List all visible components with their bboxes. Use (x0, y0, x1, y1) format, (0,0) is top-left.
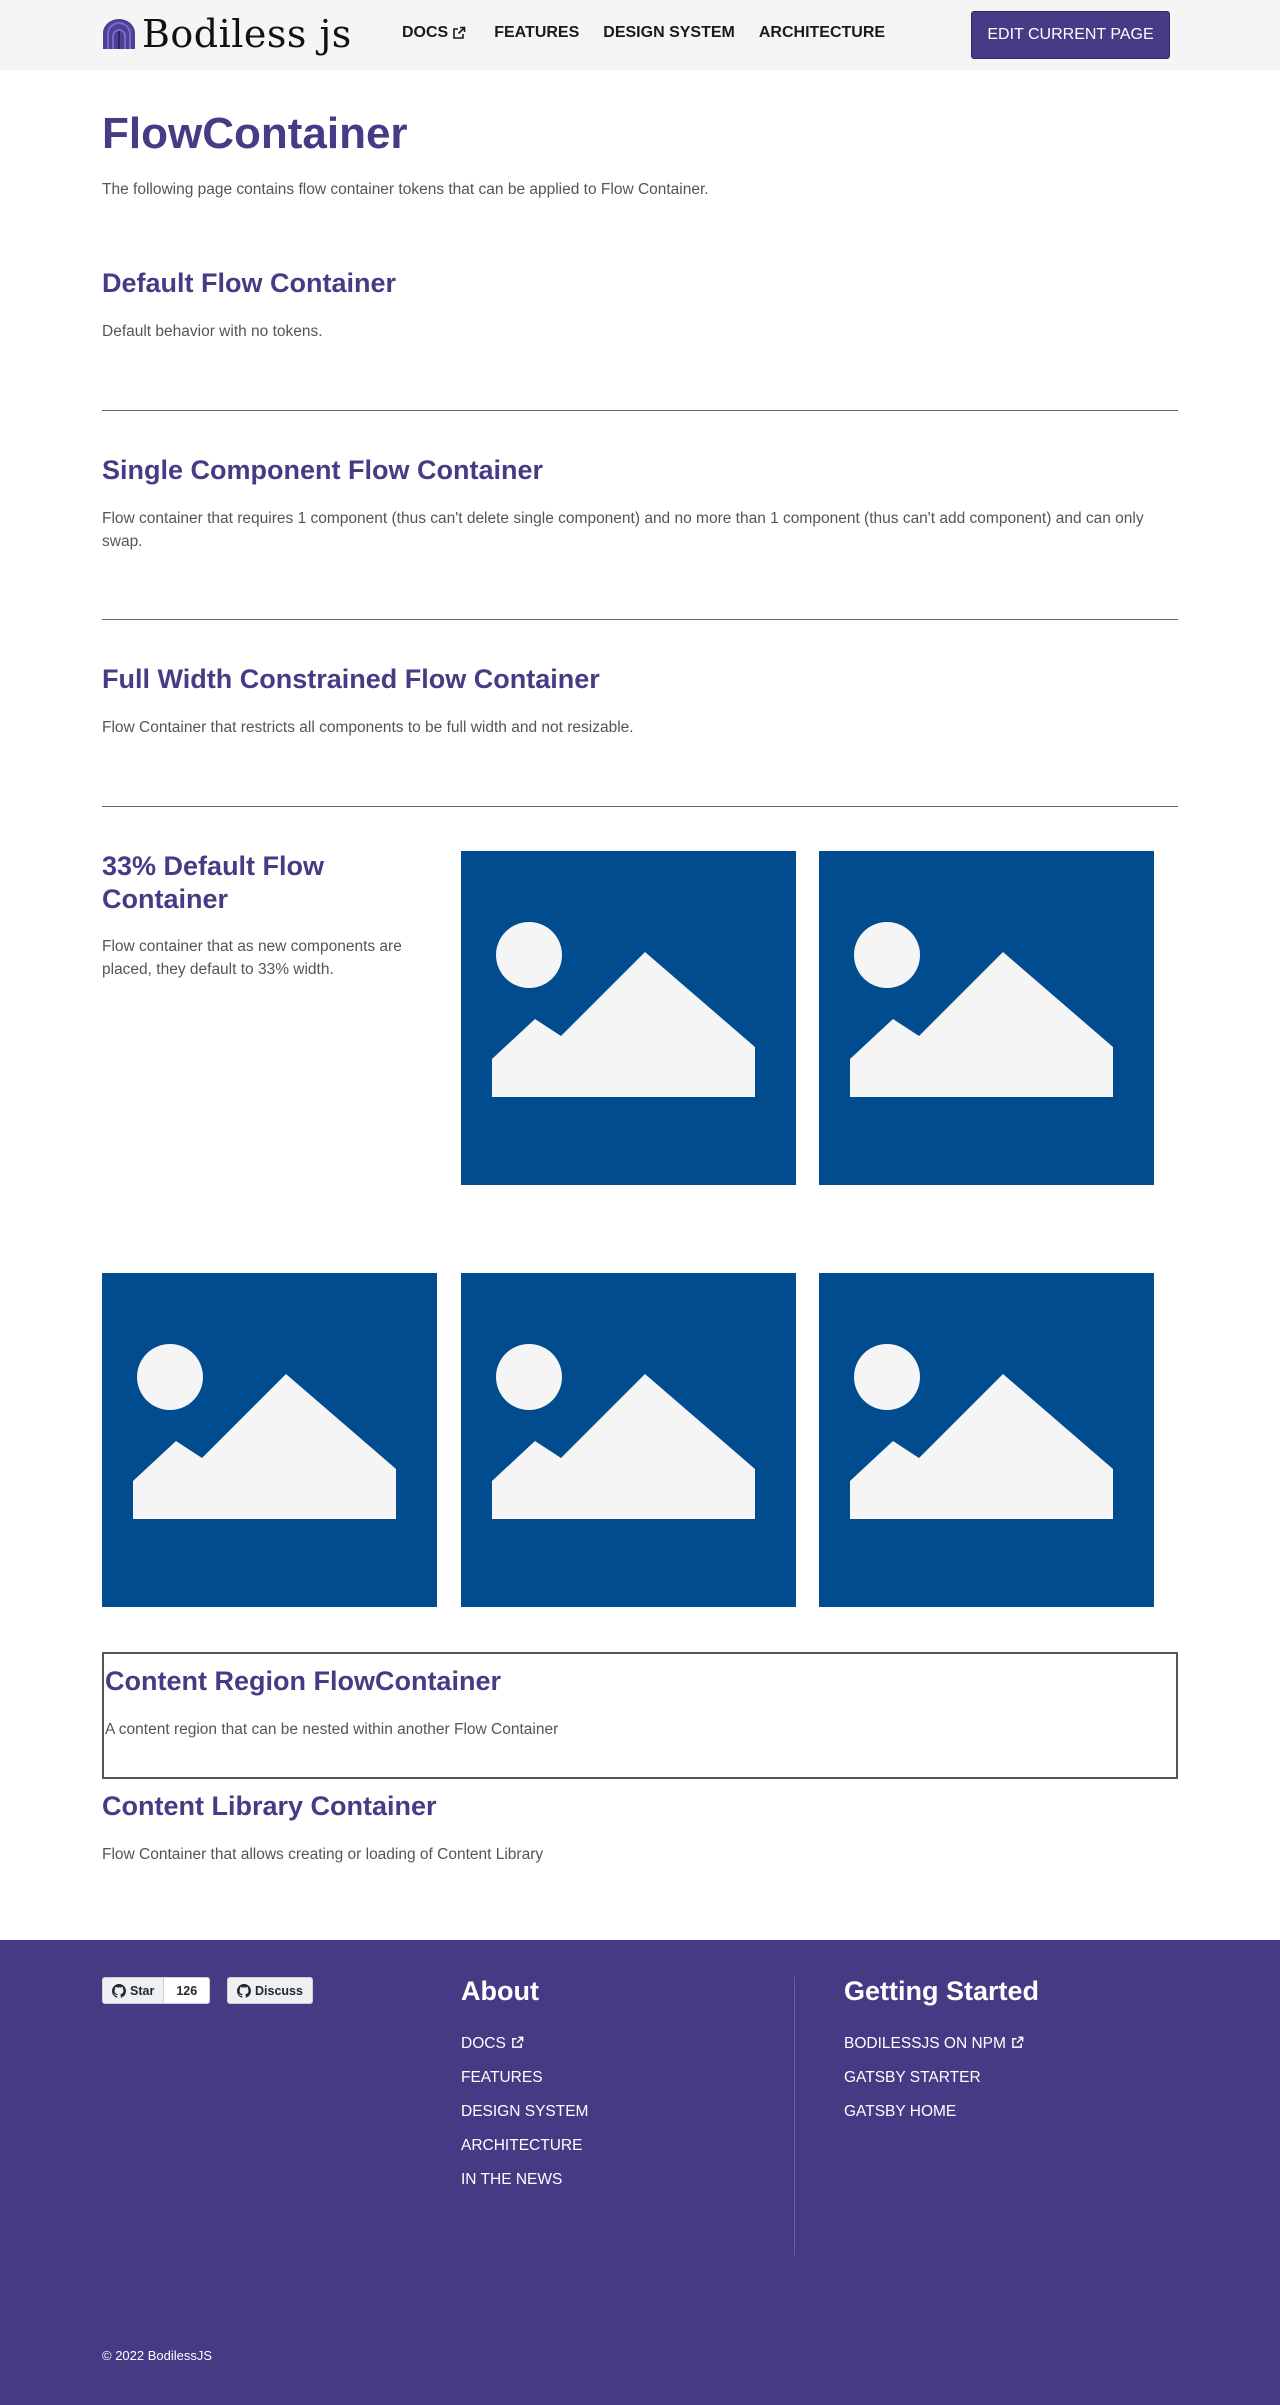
github-star-label: Star (130, 1983, 155, 1998)
footer-link-npm[interactable]: BODILESSJS ON NPM (844, 2034, 1024, 2068)
image-placeholder[interactable] (461, 1273, 796, 1607)
image-placeholder-icon (133, 1344, 396, 1519)
section-desc-default: Default behavior with no tokens. (102, 323, 323, 340)
external-link-icon (1012, 2036, 1024, 2048)
github-icon (112, 1983, 126, 1998)
footer-about-title: About (461, 1976, 539, 2006)
image-placeholder-icon (492, 1344, 755, 1519)
edit-current-page-button[interactable]: EDIT CURRENT PAGE (971, 11, 1170, 59)
section-divider (102, 410, 1178, 411)
site-footer: Star 126 Discuss About DOCS FEATURES DES… (0, 1940, 1280, 2405)
footer-link-in-the-news[interactable]: IN THE NEWS (461, 2170, 588, 2204)
image-placeholder[interactable] (461, 851, 796, 1185)
external-link-icon (453, 26, 466, 39)
github-discuss-button[interactable]: Discuss (227, 1977, 313, 2004)
footer-getting-started-links: BODILESSJS ON NPM GATSBY STARTER GATSBY … (844, 2034, 1024, 2136)
nav-item-label: DOCS (402, 24, 449, 41)
image-placeholder[interactable] (819, 851, 1154, 1185)
page-intro: The following page contains flow contain… (102, 181, 709, 198)
bodiless-logo-icon (103, 19, 135, 49)
nav-item-label: ARCHITECTURE (758, 24, 886, 41)
logo-text: Bodiless js (142, 12, 352, 56)
nav-item-features[interactable]: FEATURES (494, 24, 579, 42)
section-divider (102, 806, 1178, 807)
external-link-icon (511, 2036, 524, 2048)
github-star-button[interactable]: Star 126 (102, 1977, 211, 2004)
nav-item-label: FEATURES (494, 24, 580, 41)
footer-link-label: BODILESSJS ON NPM (844, 2035, 1006, 2052)
page-title: FlowContainer (102, 109, 408, 158)
footer-getting-started-title: Getting Started (844, 1976, 1040, 2006)
section-desc-third: Flow container that as new components ar… (102, 938, 402, 978)
section-title-third: 33% Default Flow Container (102, 851, 325, 914)
github-star-count[interactable]: 126 (163, 1978, 210, 2003)
main-nav: DOCS FEATURES DESIGN SYSTEM ARCHITECTURE (402, 24, 909, 42)
github-icon (237, 1983, 251, 1998)
image-placeholder[interactable] (819, 1273, 1154, 1607)
main-content: FlowContainer The following page contain… (0, 70, 1280, 1940)
footer-link-gatsby-starter[interactable]: GATSBY STARTER (844, 2068, 1024, 2102)
footer-divider (794, 1977, 795, 2255)
footer-link-design-system[interactable]: DESIGN SYSTEM (461, 2102, 588, 2136)
footer-link-gatsby-home[interactable]: GATSBY HOME (844, 2102, 1024, 2136)
nav-item-architecture[interactable]: ARCHITECTURE (759, 24, 885, 42)
footer-about-links: DOCS FEATURES DESIGN SYSTEM ARCHITECTURE… (461, 2034, 588, 2204)
content-region-box: Content Region FlowContainer A content r… (102, 1652, 1178, 1779)
section-title-default: Default Flow Container (102, 268, 397, 298)
section-title-single: Single Component Flow Container (102, 455, 543, 485)
nav-item-docs[interactable]: DOCS (402, 24, 466, 42)
copyright: © 2022 BodilessJS (102, 2348, 213, 2363)
section-desc-content-library: Flow Container that allows creating or l… (102, 1846, 544, 1863)
section-title-content-library: Content Library Container (102, 1791, 437, 1821)
footer-link-label: DOCS (461, 2035, 506, 2052)
section-desc-content-region: A content region that can be nested with… (105, 1721, 559, 1738)
footer-link-docs[interactable]: DOCS (461, 2034, 588, 2068)
image-placeholder-icon (850, 1344, 1113, 1519)
footer-link-architecture[interactable]: ARCHITECTURE (461, 2136, 588, 2170)
nav-item-design-system[interactable]: DESIGN SYSTEM (603, 24, 735, 42)
section-desc-single: Flow container that requires 1 component… (102, 510, 1144, 550)
section-desc-full-width: Flow Container that restricts all compon… (102, 719, 634, 736)
nav-item-label: DESIGN SYSTEM (603, 24, 735, 41)
image-placeholder[interactable] (102, 1273, 437, 1607)
image-placeholder-icon (850, 922, 1113, 1097)
section-divider (102, 619, 1178, 620)
section-title-full-width: Full Width Constrained Flow Container (102, 664, 600, 694)
image-placeholder-icon (492, 922, 755, 1097)
section-title-content-region: Content Region FlowContainer (105, 1666, 501, 1696)
site-logo[interactable]: Bodiless js (102, 12, 352, 56)
footer-link-features[interactable]: FEATURES (461, 2068, 588, 2102)
site-header: Bodiless js DOCS FEATURES DESIGN SYSTEM … (0, 0, 1280, 70)
github-discuss-label: Discuss (255, 1983, 303, 1998)
